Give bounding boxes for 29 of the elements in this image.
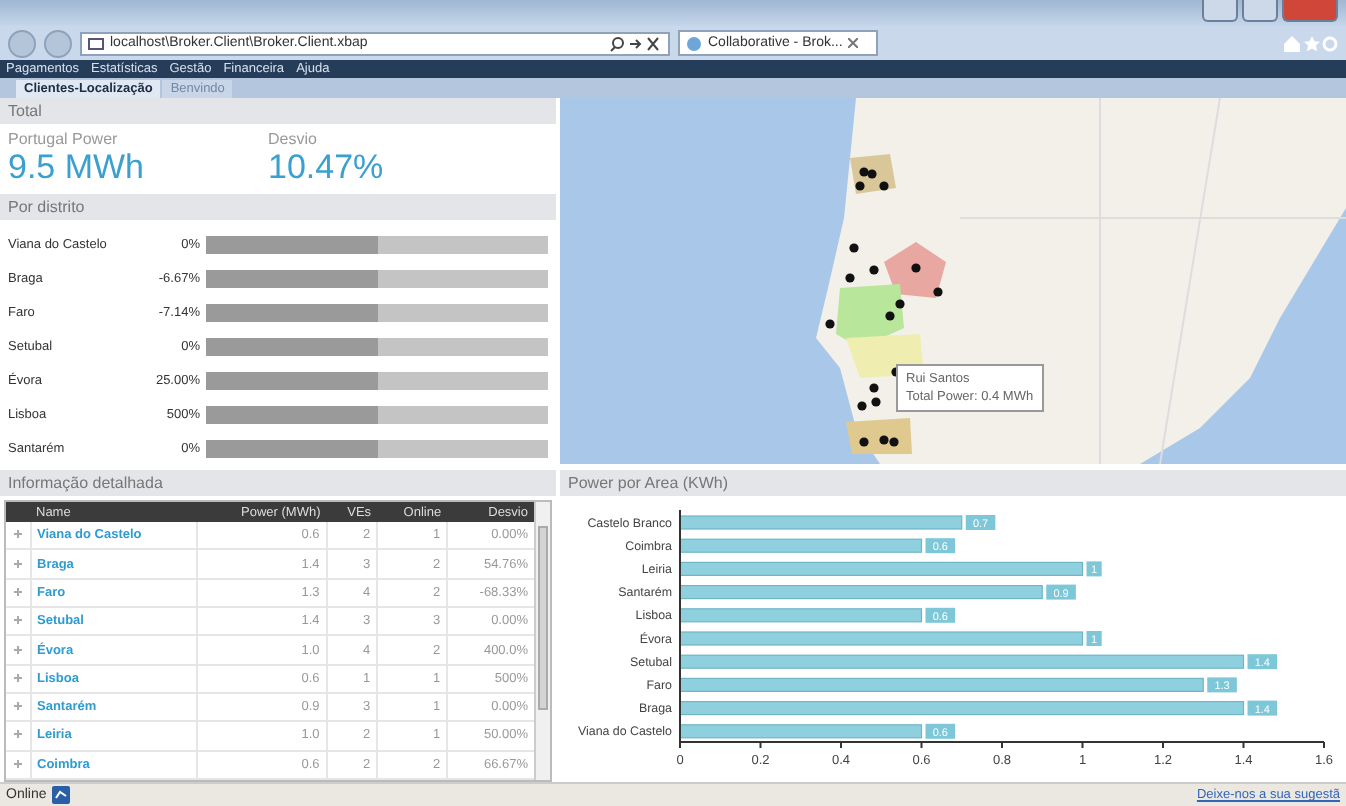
expand-icon[interactable] (13, 673, 22, 682)
expand-icon[interactable] (13, 616, 22, 625)
metric-label: Desvio (268, 130, 319, 148)
close-button[interactable] (1282, 0, 1338, 22)
expand-icon[interactable] (13, 530, 22, 539)
expand-icon[interactable] (13, 587, 22, 596)
section-header: Power por Area (KWh) (560, 470, 1346, 496)
network-icon (52, 786, 71, 804)
maximize-button[interactable] (1242, 0, 1278, 22)
section-header: Informação detalhada (0, 470, 556, 496)
expand-icon[interactable] (13, 702, 22, 711)
toolbar-icons-drawing[interactable] (1282, 34, 1338, 52)
metric-label: Portugal Power (8, 130, 120, 148)
scrollbar[interactable] (534, 502, 550, 780)
forward-button[interactable] (44, 29, 72, 57)
globe-icon (686, 35, 702, 51)
metric-value: 9.5 MWh (8, 148, 147, 186)
back-button[interactable] (8, 29, 36, 57)
metric-value: 10.47% (268, 148, 386, 186)
minimize-button[interactable] (1202, 0, 1238, 22)
close-icon[interactable] (848, 38, 859, 48)
expand-icon[interactable] (13, 559, 22, 568)
page-icon (88, 37, 104, 49)
section-header: Total (0, 98, 556, 124)
expand-icon[interactable] (13, 730, 22, 739)
expand-icon[interactable] (13, 759, 22, 768)
search-icon[interactable] (610, 35, 662, 51)
section-header: Por distrito (0, 194, 556, 220)
expand-icon[interactable] (13, 645, 22, 653)
